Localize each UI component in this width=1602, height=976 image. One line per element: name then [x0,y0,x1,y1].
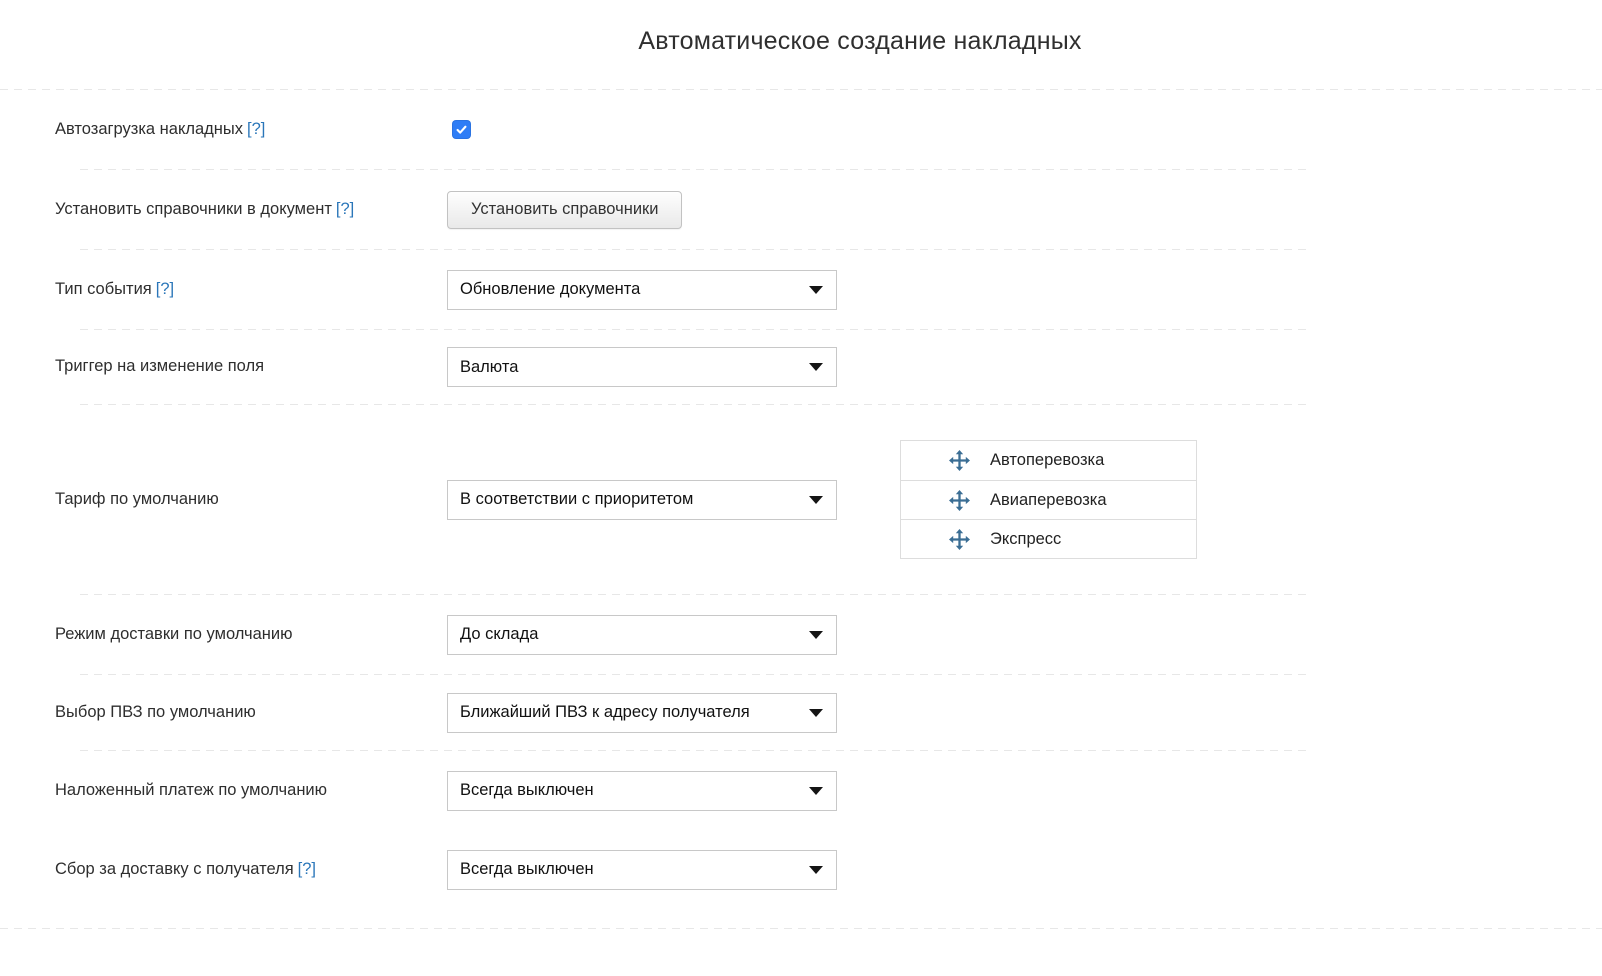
field-label: Режим доставки по умолчанию [40,624,447,645]
default-cod-select[interactable]: Всегда выключен [447,771,837,811]
help-link[interactable]: [?] [247,120,265,138]
select-value: Обновление документа [460,280,640,299]
tariff-priority-item[interactable]: Автоперевозка [901,441,1196,480]
tariff-priority-item[interactable]: Экспресс [901,519,1196,558]
default-tariff-select[interactable]: В соответствии с приоритетом [447,480,837,520]
page-header: Автоматическое создание накладных [0,0,1602,89]
dropdown-arrow-icon [809,866,823,874]
form-row-autoload: Автозагрузка накладных[?] [40,90,1562,169]
select-value: До склада [460,625,538,644]
autoload-checkbox[interactable] [452,120,471,139]
dropdown-arrow-icon [809,496,823,504]
tariff-priority-label: Автоперевозка [990,451,1104,470]
field-label-text: Тариф по умолчанию [55,490,219,508]
help-link[interactable]: [?] [336,200,354,218]
form-row-pvz: Выбор ПВЗ по умолчанию Ближайший ПВЗ к а… [40,675,1562,750]
select-value: Всегда выключен [460,781,594,800]
dropdown-arrow-icon [809,631,823,639]
tariff-priority-label: Экспресс [990,530,1061,549]
field-label: Автозагрузка накладных[?] [40,119,447,140]
default-pvz-select[interactable]: Ближайший ПВЗ к адресу получателя [447,693,837,733]
event-type-select[interactable]: Обновление документа [447,270,837,310]
field-label-text: Тип события [55,280,152,298]
divider [0,928,1602,929]
select-value: Ближайший ПВЗ к адресу получателя [460,703,750,722]
spacer [0,909,1602,928]
field-label-text: Триггер на изменение поля [55,357,264,375]
tariff-priority-list: Автоперевозка Авиаперевозка Экспресс [900,440,1197,559]
select-value: Всегда выключен [460,860,594,879]
move-icon[interactable] [949,529,970,550]
settings-form: Автозагрузка накладных[?] Установить спр… [0,90,1602,909]
form-row-cod: Наложенный платеж по умолчанию Всегда вы… [40,751,1562,830]
field-label-text: Сбор за доставку с получателя [55,860,294,878]
default-delivery-mode-select[interactable]: До склада [447,615,837,655]
help-link[interactable]: [?] [298,860,316,878]
tariff-priority-item[interactable]: Авиаперевозка [901,480,1196,519]
move-icon[interactable] [949,490,970,511]
field-label: Триггер на изменение поля [40,356,447,377]
help-link[interactable]: [?] [156,280,174,298]
form-row-tariff: Тариф по умолчанию В соответствии с прио… [40,405,1562,594]
dropdown-arrow-icon [809,709,823,717]
select-value: Валюта [460,358,518,377]
dropdown-arrow-icon [809,787,823,795]
field-label-text: Установить справочники в документ [55,200,332,218]
select-value: В соответствии с приоритетом [460,490,693,509]
form-row-trigger: Триггер на изменение поля Валюта [40,330,1562,404]
dropdown-arrow-icon [809,363,823,371]
trigger-field-select[interactable]: Валюта [447,347,837,387]
field-label: Тариф по умолчанию [40,489,447,510]
field-label-text: Выбор ПВЗ по умолчанию [55,703,256,721]
field-label: Установить справочники в документ[?] [40,199,447,220]
form-row-event-type: Тип события[?] Обновление документа [40,250,1562,329]
field-label-text: Режим доставки по умолчанию [55,625,293,643]
checkmark-icon [455,123,468,136]
move-icon[interactable] [949,450,970,471]
field-label-text: Автозагрузка накладных [55,120,243,138]
set-directories-button[interactable]: Установить справочники [447,191,682,229]
delivery-fee-select[interactable]: Всегда выключен [447,850,837,890]
dropdown-arrow-icon [809,286,823,294]
field-label: Сбор за доставку с получателя[?] [40,859,447,880]
field-label: Тип события[?] [40,279,447,300]
form-row-delivery-mode: Режим доставки по умолчанию До склада [40,595,1562,674]
page-title: Автоматическое создание накладных [638,27,1081,56]
form-row-delivery-fee: Сбор за доставку с получателя[?] Всегда … [40,830,1562,909]
field-label: Наложенный платеж по умолчанию [40,780,447,801]
tariff-priority-label: Авиаперевозка [990,491,1107,510]
form-row-directories: Установить справочники в документ[?] Уст… [40,170,1562,249]
field-label: Выбор ПВЗ по умолчанию [40,702,447,723]
field-label-text: Наложенный платеж по умолчанию [55,781,327,799]
